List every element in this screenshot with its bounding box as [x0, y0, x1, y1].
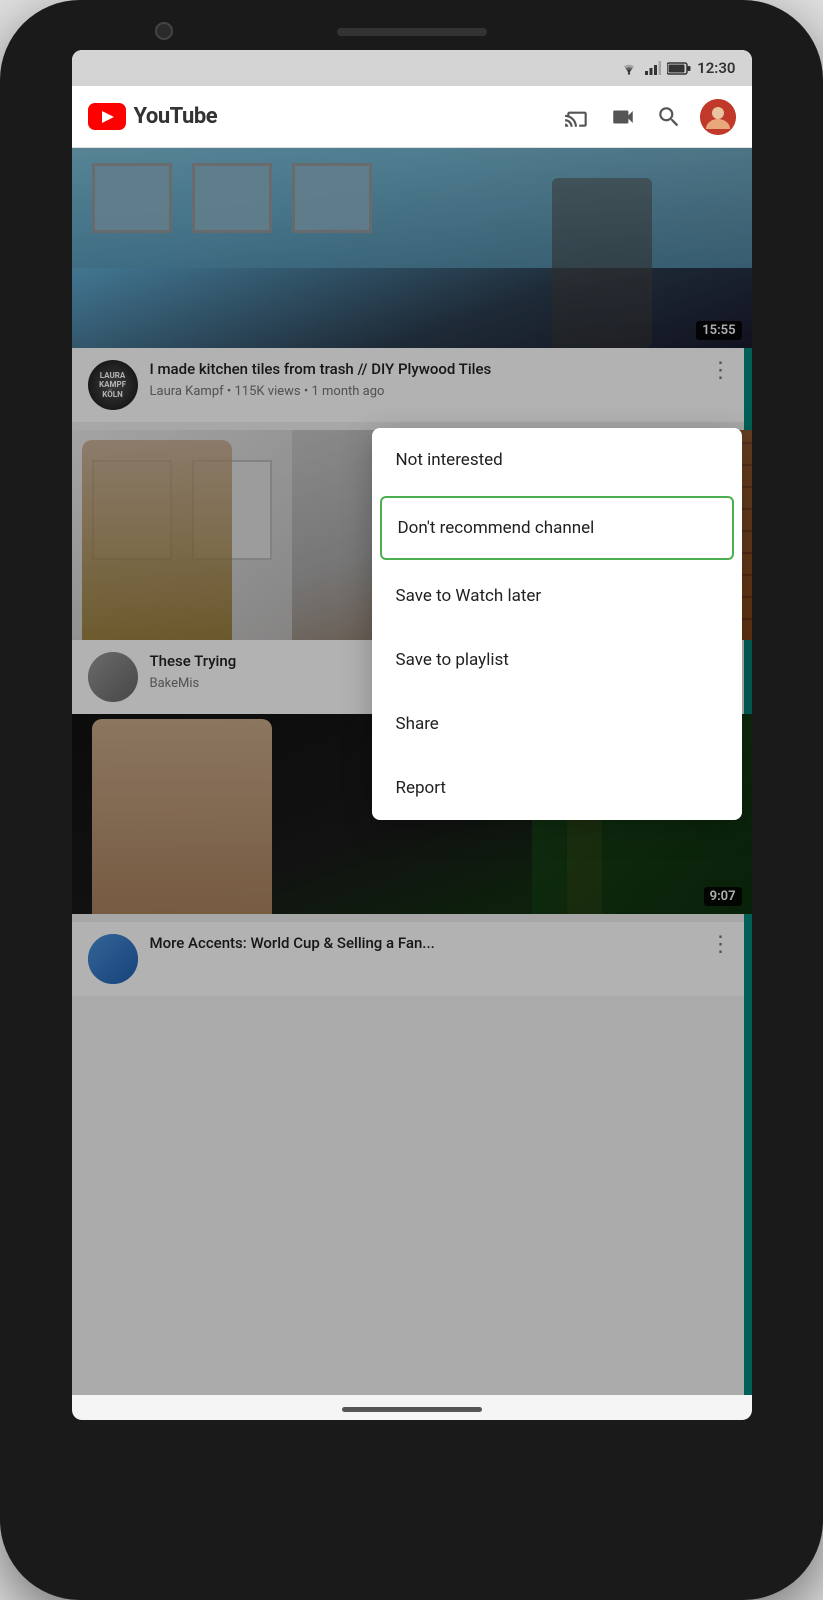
menu-item-share[interactable]: Share: [372, 692, 742, 756]
menu-item-share-label: Share: [396, 714, 439, 734]
home-indicator: [342, 1407, 482, 1412]
menu-item-not-interested-label: Not interested: [396, 450, 503, 470]
cast-icon-svg: [564, 104, 590, 130]
camera-button[interactable]: [608, 102, 638, 132]
cast-button[interactable]: [562, 102, 592, 132]
status-time: 12:30: [697, 59, 735, 77]
menu-item-report[interactable]: Report: [372, 756, 742, 820]
status-bar: 12:30: [72, 50, 752, 86]
menu-item-save-watch-later-label: Save to Watch later: [396, 586, 542, 606]
menu-item-save-playlist[interactable]: Save to playlist: [372, 628, 742, 692]
search-icon-svg: [656, 104, 682, 130]
user-avatar[interactable]: [700, 99, 736, 135]
screen: 12:30 YouTube: [72, 50, 752, 1420]
signal-icon: [645, 61, 661, 75]
phone-device: 12:30 YouTube: [0, 0, 823, 1600]
youtube-title: YouTube: [134, 104, 218, 129]
camera-icon-svg: [610, 104, 636, 130]
status-icons: 12:30: [619, 59, 735, 77]
youtube-logo[interactable]: YouTube: [88, 103, 562, 130]
speaker: [337, 28, 487, 36]
menu-item-report-label: Report: [396, 778, 446, 798]
context-menu-overlay[interactable]: Not interested Don't recommend channel S…: [72, 148, 752, 1395]
front-camera: [155, 22, 173, 40]
context-menu: Not interested Don't recommend channel S…: [372, 428, 742, 820]
menu-item-save-watch-later[interactable]: Save to Watch later: [372, 564, 742, 628]
menu-item-save-playlist-label: Save to playlist: [396, 650, 509, 670]
header-icons: [562, 99, 736, 135]
menu-item-dont-recommend-label: Don't recommend channel: [398, 518, 595, 538]
youtube-play-icon: [88, 103, 126, 130]
search-button[interactable]: [654, 102, 684, 132]
battery-icon: [667, 62, 691, 75]
play-triangle: [102, 111, 114, 123]
wifi-icon: [619, 61, 639, 75]
content-area: 15:55 LAURA KAMPF KÖLN I made kitchen ti…: [72, 148, 752, 1395]
menu-item-not-interested[interactable]: Not interested: [372, 428, 742, 492]
avatar-icon: [700, 99, 736, 135]
youtube-header: YouTube: [72, 86, 752, 148]
menu-item-dont-recommend[interactable]: Don't recommend channel: [380, 496, 734, 560]
